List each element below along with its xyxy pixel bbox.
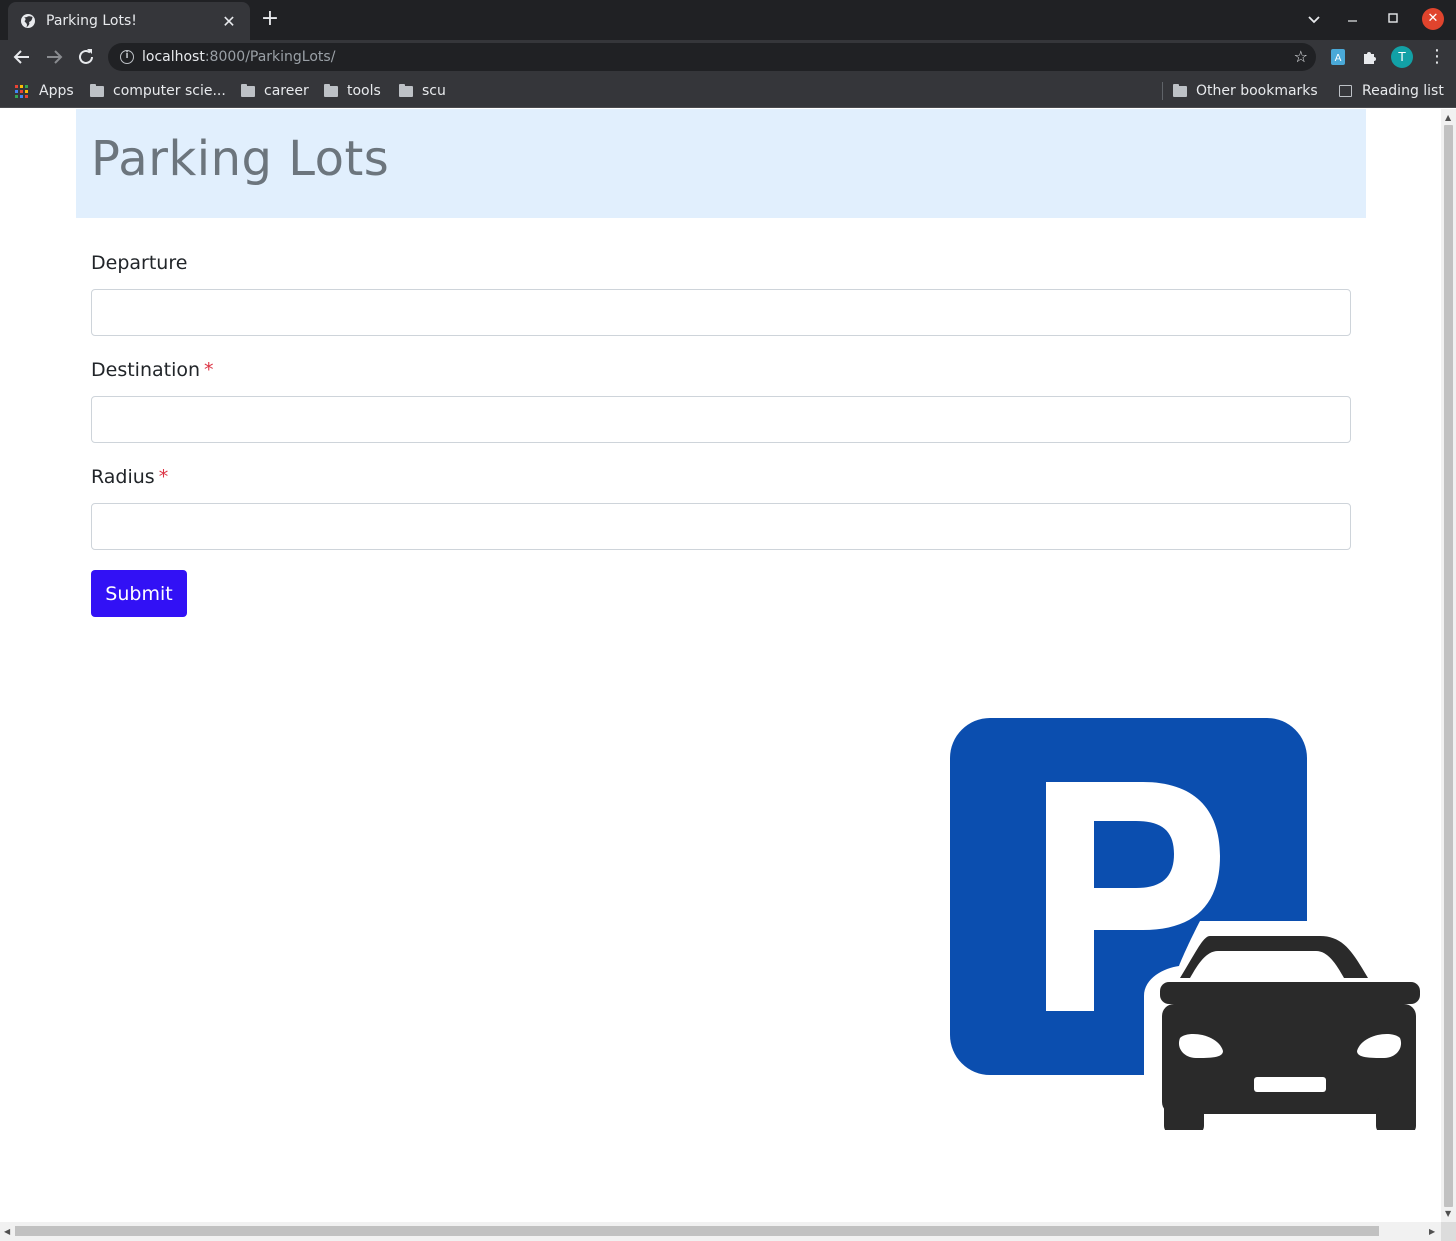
scroll-left-arrow-icon[interactable]: ◀ [4, 1228, 10, 1236]
browser-menu-icon[interactable]: ⋮ [1428, 45, 1446, 69]
address-bar[interactable]: i localhost:8000/ParkingLots/ ☆ [108, 43, 1316, 71]
extensions-puzzle-icon[interactable] [1360, 47, 1380, 67]
submit-button[interactable]: Submit [91, 570, 187, 617]
back-arrow-icon[interactable] [10, 45, 34, 69]
browser-toolbar: i localhost:8000/ParkingLots/ ☆ A T ⋮ [0, 40, 1456, 74]
tab-parking-lots[interactable]: Parking Lots! ✕ [8, 2, 250, 40]
folder-icon [90, 83, 104, 97]
folder-icon [399, 83, 413, 97]
destination-label-text: Destination [91, 359, 201, 381]
tab-close-icon[interactable]: ✕ [220, 12, 238, 31]
reading-list-icon [1339, 85, 1352, 97]
destination-input[interactable] [91, 396, 1351, 443]
scroll-down-arrow-icon[interactable]: ▼ [1445, 1210, 1451, 1218]
bookmark-label: Other bookmarks [1196, 83, 1318, 99]
tab-search-chevron-icon[interactable] [1305, 0, 1323, 40]
window-close-icon[interactable]: ✕ [1422, 8, 1444, 30]
departure-input[interactable] [91, 289, 1351, 336]
vertical-scrollbar-thumb[interactable] [1444, 125, 1453, 1207]
departure-label: Departure [91, 252, 187, 274]
bookmark-label: tools [347, 83, 381, 99]
translate-extension-icon[interactable]: A [1328, 47, 1348, 67]
folder-icon [1173, 83, 1187, 97]
forward-arrow-icon[interactable] [42, 45, 66, 69]
minimize-icon[interactable] [1345, 0, 1361, 40]
bookmark-label: career [264, 83, 309, 99]
departure-label-text: Departure [91, 252, 188, 274]
reload-icon[interactable] [74, 45, 98, 69]
url-host: localhost [142, 49, 205, 65]
bookmarks-divider [1162, 82, 1163, 100]
maximize-icon[interactable] [1385, 0, 1401, 40]
parking-car-icon [950, 718, 1424, 1130]
scrollbar-corner [1441, 1222, 1456, 1241]
vertical-scrollbar[interactable]: ▲ ▼ [1441, 109, 1456, 1222]
bookmark-scu[interactable]: scu [399, 74, 446, 108]
required-marker: * [204, 359, 214, 381]
page-header: Parking Lots [76, 109, 1366, 218]
folder-icon [241, 83, 255, 97]
radius-label-text: Radius [91, 466, 155, 488]
required-marker: * [158, 466, 169, 488]
bookmark-label: scu [422, 83, 446, 99]
bookmark-career[interactable]: career [241, 74, 309, 108]
bookmark-label: Apps [39, 83, 74, 99]
bookmark-apps[interactable]: Apps [15, 74, 74, 108]
svg-text:A: A [1335, 53, 1342, 64]
bookmarks-bar: Apps computer scie... career tools scu O… [0, 74, 1456, 108]
globe-icon [21, 14, 35, 28]
scroll-right-arrow-icon[interactable]: ▶ [1429, 1228, 1435, 1236]
radius-input[interactable] [91, 503, 1351, 550]
horizontal-scrollbar-thumb[interactable] [15, 1226, 1379, 1236]
new-tab-button[interactable]: + [259, 8, 281, 30]
bookmark-star-icon[interactable]: ☆ [1294, 47, 1308, 66]
radius-label: Radius * [91, 466, 168, 488]
folder-icon [324, 83, 338, 97]
destination-label: Destination * [91, 359, 214, 381]
profile-avatar[interactable]: T [1391, 46, 1413, 68]
page-viewport: Parking Lots Departure Destination * Radi… [0, 109, 1441, 1222]
bookmark-label: computer scie... [113, 83, 226, 99]
tab-bar: Parking Lots! ✕ + ✕ [0, 0, 1456, 40]
reading-list-label: Reading list [1362, 83, 1444, 99]
bookmark-other-bookmarks[interactable]: Other bookmarks [1173, 74, 1318, 108]
page-title: Parking Lots [91, 131, 390, 187]
bookmark-computer-science[interactable]: computer scie... [90, 74, 226, 108]
reading-list-button[interactable]: Reading list [1339, 74, 1444, 108]
horizontal-scrollbar[interactable]: ◀ ▶ [0, 1222, 1441, 1241]
scroll-up-arrow-icon[interactable]: ▲ [1445, 114, 1451, 122]
apps-icon [15, 84, 28, 98]
site-info-icon[interactable]: i [120, 50, 134, 64]
url-path: :8000/ParkingLots/ [204, 49, 336, 65]
tab-title: Parking Lots! [46, 13, 137, 29]
bookmark-tools[interactable]: tools [324, 74, 381, 108]
